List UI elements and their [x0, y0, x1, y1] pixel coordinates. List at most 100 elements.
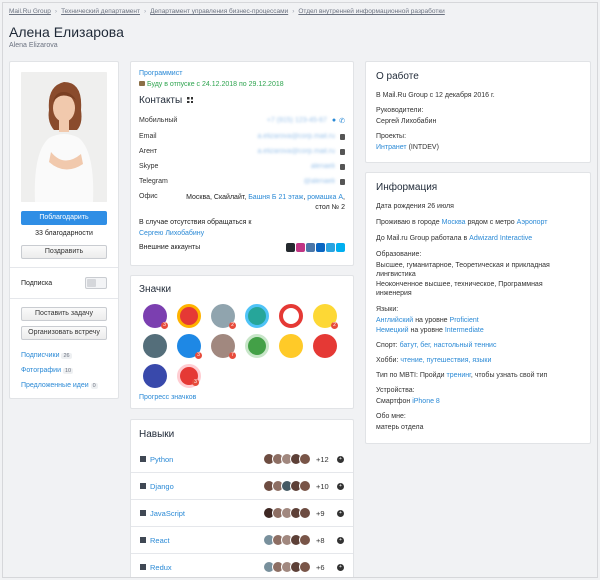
badge-icon[interactable] [143, 334, 167, 358]
office-room-link[interactable]: ромашка А [307, 194, 343, 201]
about-me: матерь отдела [376, 424, 424, 431]
breadcrumb-item-dev-dept[interactable]: Отдел внутренней информационной разработ… [298, 8, 444, 18]
role-link[interactable]: Программист [139, 70, 182, 77]
office-row: Офис Москва, Скайлайт, Башня Б 21 этаж, … [139, 193, 345, 211]
followers-link[interactable]: Подписчики 26 [21, 352, 72, 359]
endorser-avatars[interactable] [263, 480, 311, 492]
info-card: Информация Дата рождения 26 июля Прожива… [365, 172, 591, 444]
telegram-row: Telegram @alenaeli [139, 178, 345, 185]
plus-icon[interactable]: + [337, 536, 344, 544]
skill-link[interactable]: Python [150, 455, 173, 464]
language-link[interactable]: Немецкий [376, 327, 409, 334]
subscription-label: Подписка [21, 280, 53, 287]
office-tower-link[interactable]: Башня Б 21 этаж [248, 194, 303, 201]
project-row: Интранет (INTDEV) [376, 144, 439, 151]
absence-person-link[interactable]: Сергею Лихобабину [139, 230, 204, 237]
badge-icon[interactable]: 7 [211, 334, 236, 359]
endorser-avatars[interactable] [263, 507, 311, 519]
plus-icon[interactable]: + [337, 563, 344, 571]
plus-icon[interactable]: + [337, 455, 344, 463]
endorser-avatars[interactable] [263, 561, 311, 573]
congratulate-button[interactable]: Поздравить [21, 245, 107, 259]
copy-icon[interactable] [340, 164, 345, 170]
skype-icon[interactable] [336, 243, 345, 252]
set-task-button[interactable]: Поставить задачу [21, 307, 107, 321]
breadcrumb-item-bp-dept[interactable]: Департамент управления бизнес-процессами [150, 8, 288, 18]
badge-icon[interactable] [143, 364, 167, 388]
endorser-avatars[interactable] [263, 453, 311, 465]
language-row: Английский на уровне Proficient [376, 317, 479, 324]
copy-icon[interactable] [340, 149, 345, 155]
plus-icon[interactable]: + [337, 509, 344, 517]
badge-icon[interactable]: 2 [313, 304, 338, 329]
manager-link[interactable]: Сергей Лихобабин [376, 118, 436, 125]
thank-button[interactable]: Поблагодарить [21, 211, 107, 225]
badge-icon[interactable] [279, 304, 303, 328]
copy-icon[interactable] [340, 179, 345, 185]
agent-value[interactable]: a.elizarova@corp.mail.ru [257, 148, 335, 155]
badge-icon[interactable] [245, 304, 269, 328]
skype-value[interactable]: alenaeli [311, 163, 335, 170]
education-1: Высшее, гуманитарное, Теоретическая и пр… [376, 262, 550, 269]
badge-icon[interactable]: 3 [143, 304, 168, 329]
organize-meeting-button[interactable]: Организовать встречу [21, 326, 107, 340]
photos-link[interactable]: Фотографии 10 [21, 367, 74, 374]
badges-card: Значки 3 2 2 3 7 3 Прогресс значков [130, 275, 354, 409]
skill-link[interactable]: JavaScript [150, 509, 185, 518]
skill-link[interactable]: Redux [150, 563, 172, 572]
badges-progress-link[interactable]: Прогресс значков [139, 394, 196, 401]
email-value[interactable]: a.elizarova@corp.mail.ru [257, 133, 335, 140]
instagram-icon[interactable] [296, 243, 305, 252]
copy-icon[interactable] [340, 134, 345, 140]
device-row: Смартфон iPhone 8 [376, 398, 440, 405]
mbti-training-link[interactable]: тренинг [447, 372, 471, 379]
ideas-link[interactable]: Предложенные идеи 0 [21, 382, 98, 389]
work-since: В Mail.Ru Group с 12 декабря 2016 г. [376, 92, 495, 99]
thanks-count: 33 благодарности [35, 230, 93, 237]
language-link[interactable]: Английский [376, 317, 413, 324]
badge-icon[interactable] [245, 334, 269, 358]
badge-icon[interactable]: 2 [211, 304, 236, 329]
plus-icon[interactable]: + [337, 482, 344, 490]
badge-icon[interactable]: 3 [177, 364, 201, 388]
endorser-avatars[interactable] [263, 534, 311, 546]
language-row: Немецкий на уровне Intermediate [376, 327, 484, 334]
hobby-link[interactable]: чтение, путешествия, языки [400, 357, 491, 364]
telegram-value[interactable]: @alenaeli [304, 178, 335, 185]
language-level-link[interactable]: Proficient [450, 317, 479, 324]
hobby-row: Хобби: чтение, путешествия, языки [376, 357, 492, 364]
project-link[interactable]: Интранет [376, 144, 407, 151]
badge-icon[interactable]: 3 [177, 334, 202, 359]
device-link[interactable]: iPhone 8 [412, 398, 440, 405]
skill-link[interactable]: React [150, 536, 170, 545]
vk-icon[interactable] [306, 243, 315, 252]
previous-job-row: До Mail.ru Group работала в Adwizard Int… [376, 235, 533, 242]
previous-company-link[interactable]: Adwizard Interactive [469, 235, 532, 242]
breadcrumb-item-tech-dept[interactable]: Технический департамент [61, 8, 140, 18]
skill-row: Python +12 + [140, 449, 344, 469]
language-level-link[interactable]: Intermediate [445, 327, 484, 334]
city-link[interactable]: Москва [442, 219, 466, 226]
absence-text: В случае отсутствия обращаться к [139, 219, 252, 226]
grid-icon[interactable] [187, 97, 194, 103]
chat-icon[interactable]: ● [332, 117, 336, 125]
devices-label: Устройства: [376, 387, 415, 394]
metro-link[interactable]: Аэропорт [517, 219, 548, 226]
badge-icon[interactable] [279, 334, 303, 358]
lives-row: Проживаю в городе Москва рядом с метро А… [376, 219, 548, 226]
about-work-card: О работе В Mail.Ru Group с 12 декабря 20… [365, 61, 591, 163]
agent-row: Агент a.elizarova@corp.mail.ru [139, 148, 345, 155]
badge-icon[interactable] [177, 304, 201, 328]
subscription-toggle[interactable] [85, 277, 107, 289]
linkedin-icon[interactable] [316, 243, 325, 252]
breadcrumb-item-company[interactable]: Mail.Ru Group [9, 8, 51, 18]
github-icon[interactable] [286, 243, 295, 252]
telegram-icon[interactable] [326, 243, 335, 252]
phone-icon[interactable]: ✆ [339, 117, 345, 125]
contacts-card: Программист Буду в отпуске с 24.12.2018 … [130, 61, 354, 266]
skill-link[interactable]: Django [150, 482, 174, 491]
badge-icon[interactable] [313, 334, 337, 358]
mobile-value[interactable]: +7 (915) 123-45-67 [267, 117, 327, 125]
sport-link[interactable]: батут, бег, настольный теннис [400, 342, 497, 349]
external-accounts-label: Внешние аккаунты [139, 244, 201, 251]
